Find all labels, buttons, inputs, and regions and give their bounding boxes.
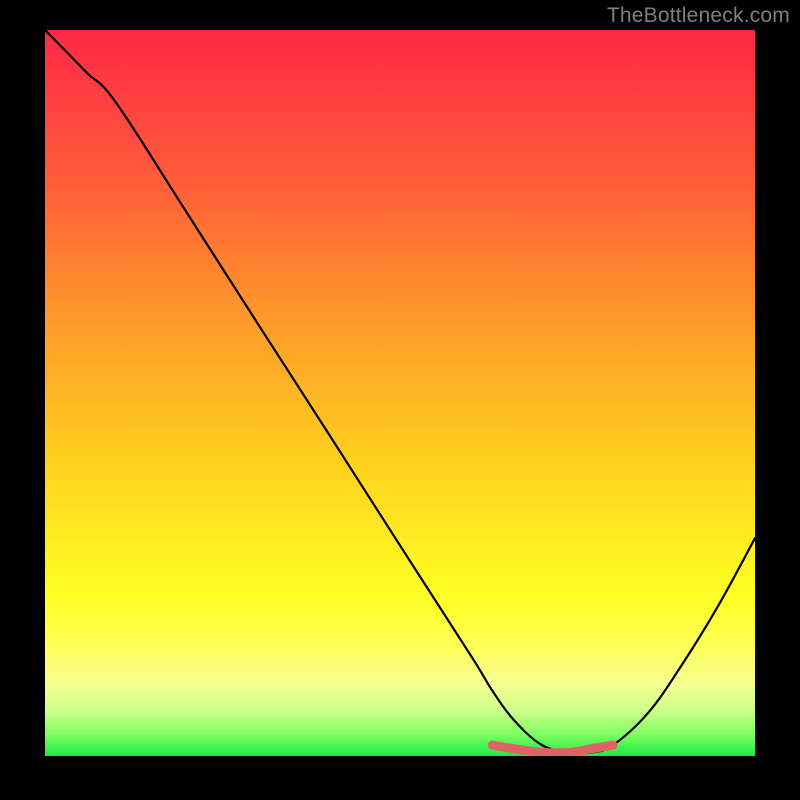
- plot-area: [45, 30, 755, 756]
- chart-stage: TheBottleneck.com: [0, 0, 800, 800]
- gradient-background: [45, 30, 755, 756]
- chart-svg: [45, 30, 755, 756]
- watermark-text: TheBottleneck.com: [607, 4, 790, 28]
